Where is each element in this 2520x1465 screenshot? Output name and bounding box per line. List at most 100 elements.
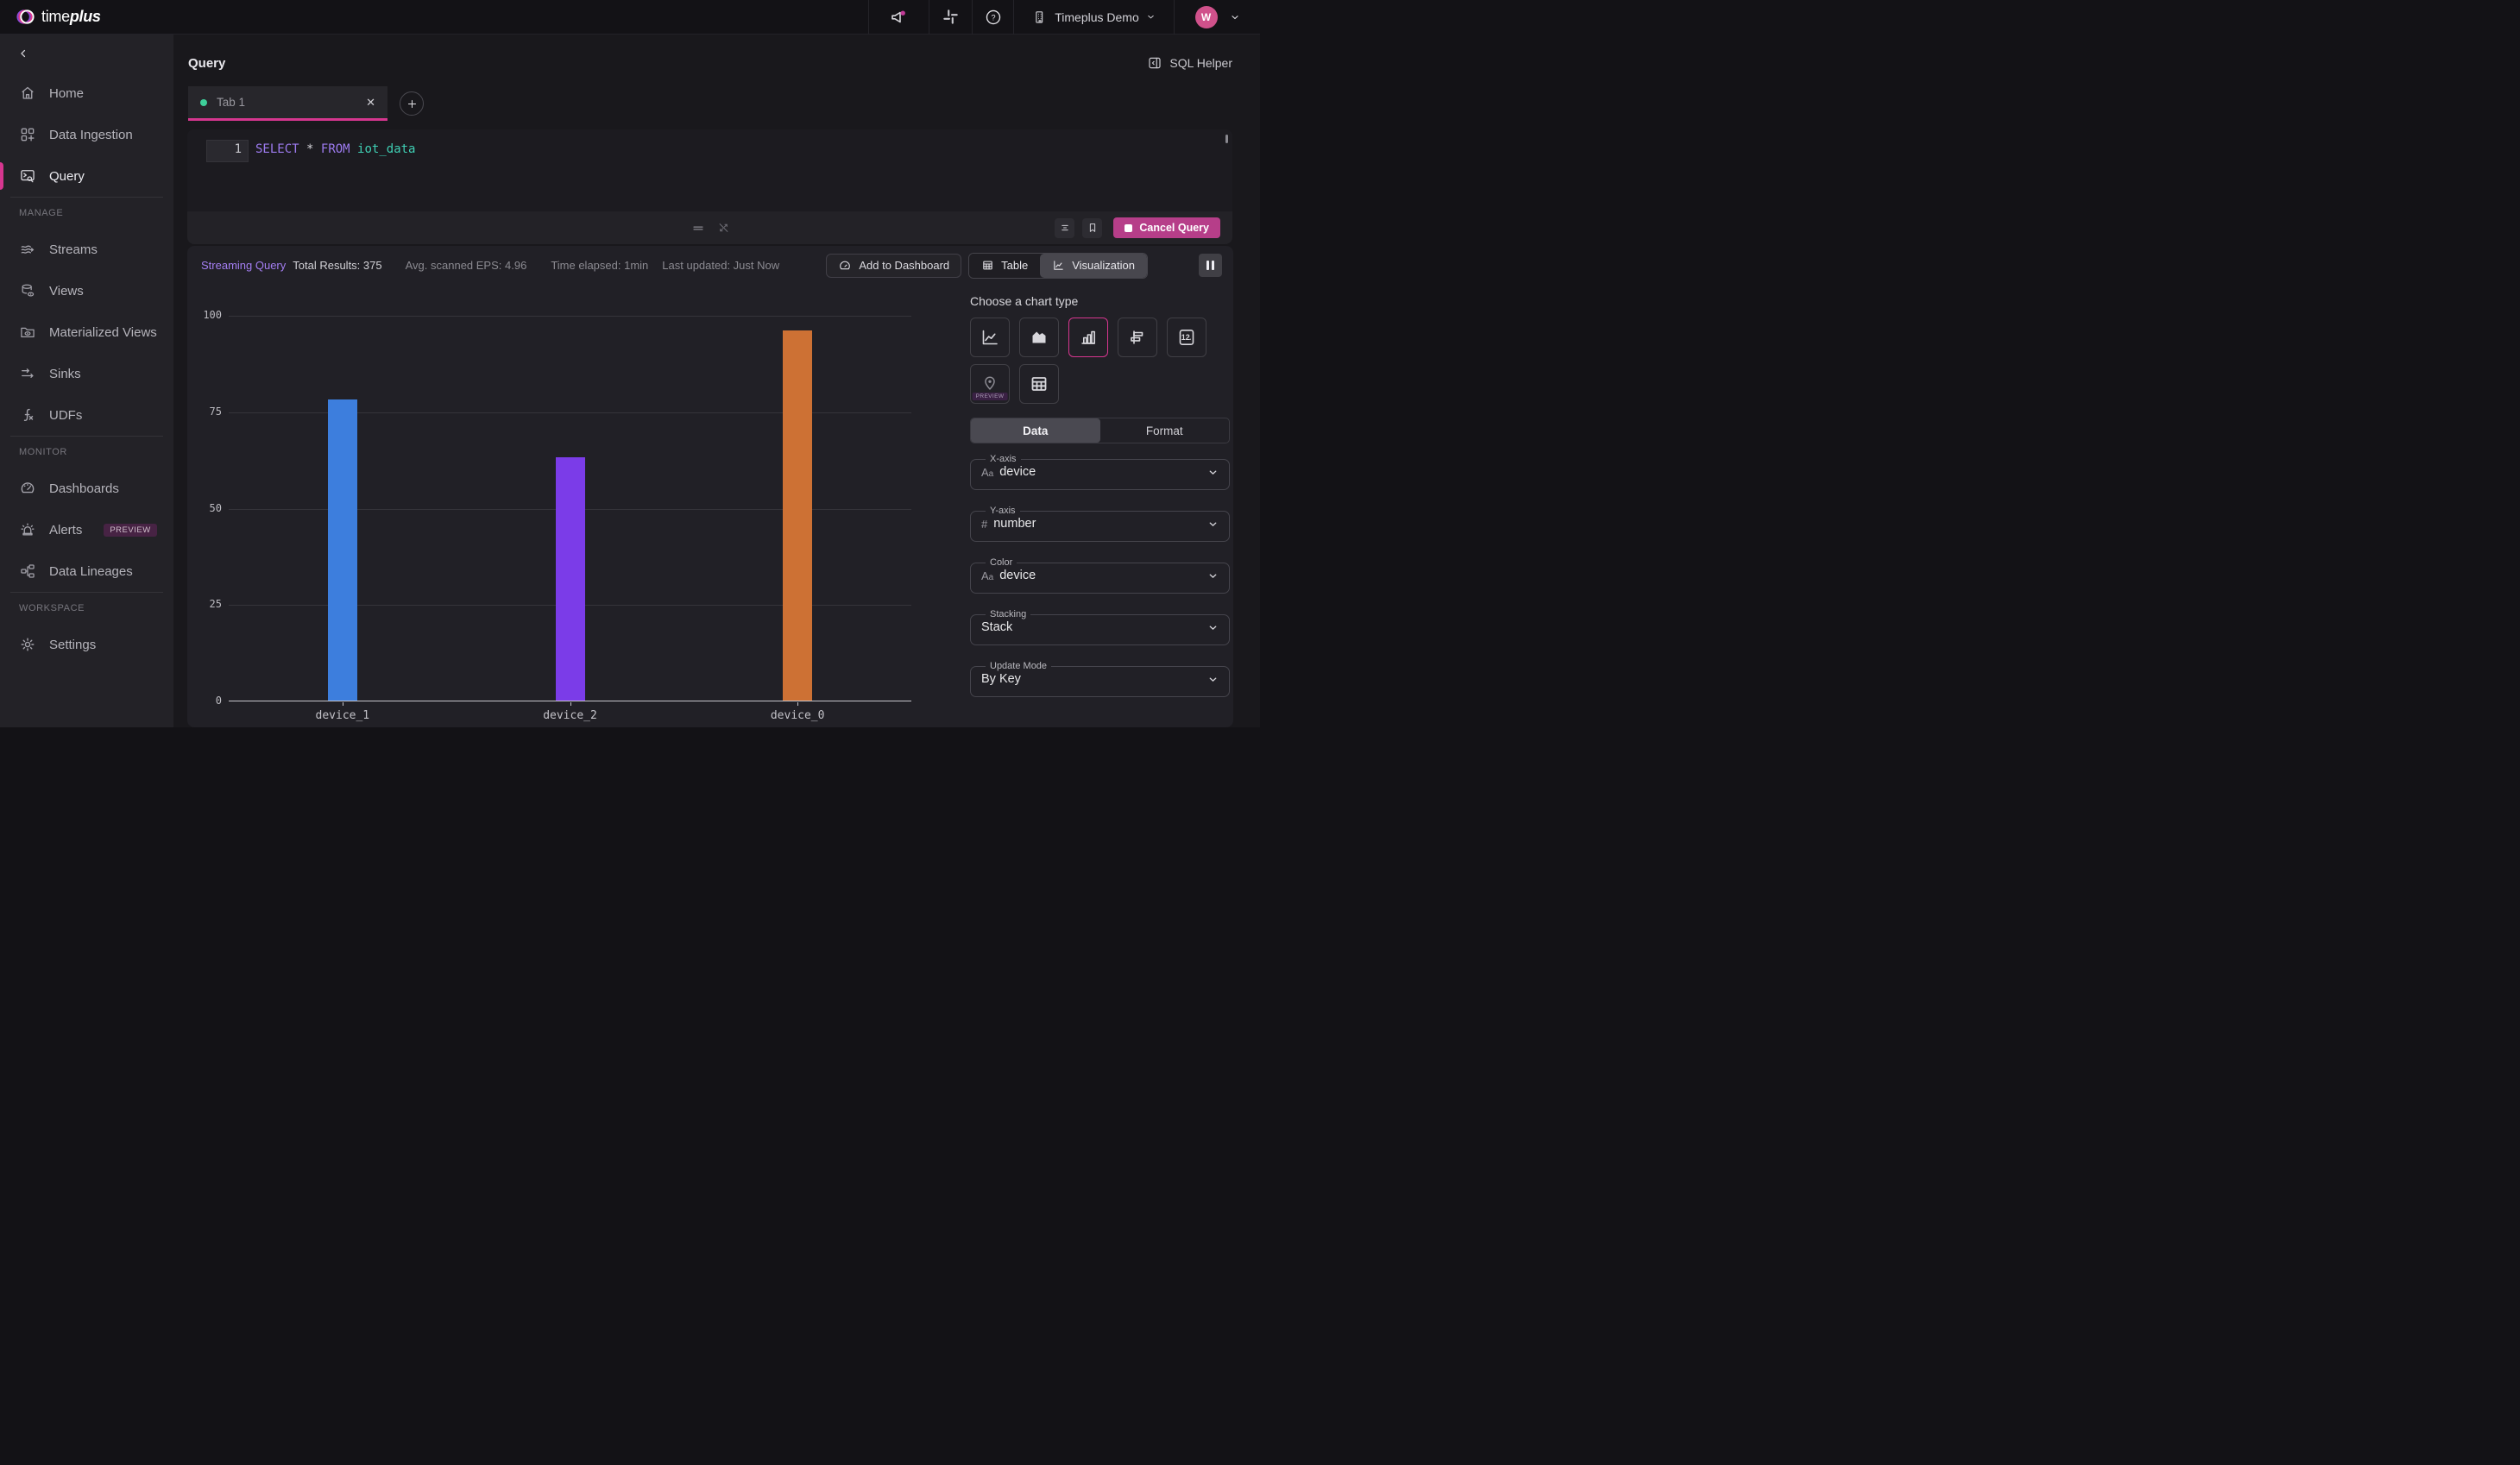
help-button[interactable]: ?	[972, 0, 1013, 35]
alerts-preview-badge: PREVIEW	[104, 523, 157, 537]
line-number: 1	[234, 142, 242, 156]
add-to-dashboard-button[interactable]: Add to Dashboard	[826, 253, 962, 278]
editor-toolbar: Cancel Query	[187, 211, 1232, 244]
sql-editor[interactable]: 1 SELECT * FROM iot_data Cancel Query	[187, 129, 1232, 244]
sidebar-item-home[interactable]: Home	[0, 72, 173, 114]
query-icon	[19, 167, 36, 185]
results-toolbar: Streaming Query Total Results: 375 Avg. …	[187, 246, 1233, 285]
y-axis-dropdown[interactable]: Y-axis # number	[970, 506, 1230, 542]
y-axis-tick-label: 100	[203, 309, 222, 321]
sql-code-line[interactable]: SELECT * FROM iot_data	[255, 142, 415, 156]
bar-device_2	[555, 457, 585, 701]
chart-type-map-button[interactable]: PREVIEW	[970, 364, 1010, 404]
sidebar-item-views[interactable]: Views	[0, 270, 173, 311]
x-axis-tick-mark	[570, 702, 571, 706]
timeplus-logo-icon	[16, 7, 35, 27]
sidebar-item-streams[interactable]: Streams	[0, 229, 173, 270]
help-icon: ?	[984, 8, 1003, 27]
y-axis-tick-label: 50	[209, 501, 222, 514]
text-type-icon: Aa	[981, 465, 994, 479]
x-axis-category-label: device_2	[543, 709, 597, 722]
visualization-view-button[interactable]: Visualization	[1040, 253, 1147, 278]
y-axis-tick-label: 25	[209, 598, 222, 611]
resize-handle-icon[interactable]	[690, 221, 705, 236]
sidebar-section-monitor: MONITOR	[19, 447, 67, 457]
gear-icon	[19, 636, 36, 653]
slack-button[interactable]	[929, 0, 972, 35]
sidebar-item-data-lineages[interactable]: Data Lineages	[0, 550, 173, 592]
chevron-down-icon	[1146, 12, 1156, 22]
user-menu[interactable]: W	[1174, 0, 1260, 35]
chart-type-horizontal-bar-button[interactable]	[1118, 318, 1157, 357]
last-updated: Last updated: Just Now	[662, 259, 780, 272]
top-bar: timeplus ? Timeplus Demo W	[0, 0, 1260, 35]
pause-button[interactable]	[1199, 254, 1222, 277]
editor-scrollbar[interactable]	[1225, 135, 1228, 143]
workspace-switcher[interactable]: Timeplus Demo	[1013, 0, 1174, 35]
format-sql-button[interactable]	[1055, 217, 1075, 238]
map-preview-badge: PREVIEW	[972, 393, 1008, 400]
total-results: Total Results: 375	[293, 259, 382, 272]
add-tab-button[interactable]	[400, 91, 424, 116]
sidebar-item-udfs[interactable]: UDFs	[0, 394, 173, 436]
chart-type-line-button[interactable]	[970, 318, 1010, 357]
x-axis-tick-mark	[797, 702, 799, 706]
sql-helper-button[interactable]: SQL Helper	[1147, 55, 1232, 71]
close-icon[interactable]: ✕	[366, 96, 375, 110]
chart-type-column-button[interactable]	[1068, 318, 1108, 357]
sidebar-item-data-ingestion[interactable]: Data Ingestion	[0, 114, 173, 155]
expand-disabled-icon[interactable]	[717, 222, 729, 234]
sidebar-item-label: Data Lineages	[49, 563, 133, 579]
sidebar-item-query[interactable]: Query	[0, 155, 173, 197]
query-tab-bar: Tab 1 ✕	[173, 86, 1260, 123]
sidebar-item-label: Sinks	[49, 366, 81, 381]
x-axis-category-label: device_0	[770, 709, 825, 722]
bookmark-button[interactable]	[1082, 217, 1103, 238]
chart-area: 0 25 50 75 100 device_1 device_2 device_0	[187, 285, 970, 727]
single-value-icon: 12	[1176, 327, 1197, 348]
sidebar-item-label: Materialized Views	[49, 324, 157, 340]
sidebar-item-sinks[interactable]: Sinks	[0, 353, 173, 394]
chevron-down-icon	[1207, 519, 1219, 530]
tab-1[interactable]: Tab 1 ✕	[188, 86, 387, 121]
table-grid-icon	[1029, 374, 1049, 394]
chevron-down-icon	[1207, 570, 1219, 582]
chart-type-single-value-button[interactable]: 12	[1167, 318, 1206, 357]
stacking-dropdown[interactable]: Stacking Stack	[970, 609, 1230, 645]
panel-left-icon	[1147, 55, 1162, 71]
megaphone-icon	[889, 7, 910, 28]
code-area[interactable]: 1 SELECT * FROM iot_data	[187, 129, 1232, 211]
x-axis-dropdown[interactable]: X-axis Aa device	[970, 454, 1230, 490]
alerts-siren-icon	[19, 521, 36, 538]
views-icon	[19, 282, 36, 299]
line-chart-icon	[980, 327, 1000, 348]
update-mode-dropdown[interactable]: Update Mode By Key	[970, 661, 1230, 697]
announcements-button[interactable]	[868, 0, 929, 35]
color-dropdown[interactable]: Color Aa device	[970, 557, 1230, 594]
sidebar-item-label: UDFs	[49, 407, 83, 423]
chevron-down-icon	[1230, 12, 1240, 22]
number-type-icon: #	[981, 517, 988, 531]
tab-data[interactable]: Data	[971, 418, 1100, 443]
sidebar-item-dashboards[interactable]: Dashboards	[0, 468, 173, 509]
cancel-query-button[interactable]: Cancel Query	[1113, 217, 1220, 238]
sidebar-item-label: Data Ingestion	[49, 127, 133, 142]
timeplus-logo[interactable]: timeplus	[0, 7, 101, 27]
bar-chart: 0 25 50 75 100 device_1 device_2 device_0	[203, 309, 911, 722]
table-view-button[interactable]: Table	[969, 253, 1041, 278]
chart-type-area-button[interactable]	[1019, 318, 1059, 357]
active-indicator	[0, 162, 3, 190]
streams-icon	[19, 241, 36, 258]
sidebar-collapse-button[interactable]	[0, 35, 173, 72]
chart-type-table-button[interactable]	[1019, 364, 1059, 404]
tab-format[interactable]: Format	[1100, 418, 1230, 443]
sidebar-item-alerts[interactable]: Alerts PREVIEW	[0, 509, 173, 550]
sidebar-item-materialized-views[interactable]: Materialized Views	[0, 311, 173, 353]
sidebar-item-label: Alerts	[49, 522, 83, 538]
sidebar-item-settings[interactable]: Settings	[0, 624, 173, 665]
chevron-down-icon	[1207, 467, 1219, 478]
stop-icon	[1125, 223, 1133, 232]
svg-text:12: 12	[1181, 333, 1190, 342]
visualization-settings: Choose a chart type 12 PREVIEW Data Form…	[970, 285, 1230, 727]
tab-label: Tab 1	[217, 96, 246, 109]
